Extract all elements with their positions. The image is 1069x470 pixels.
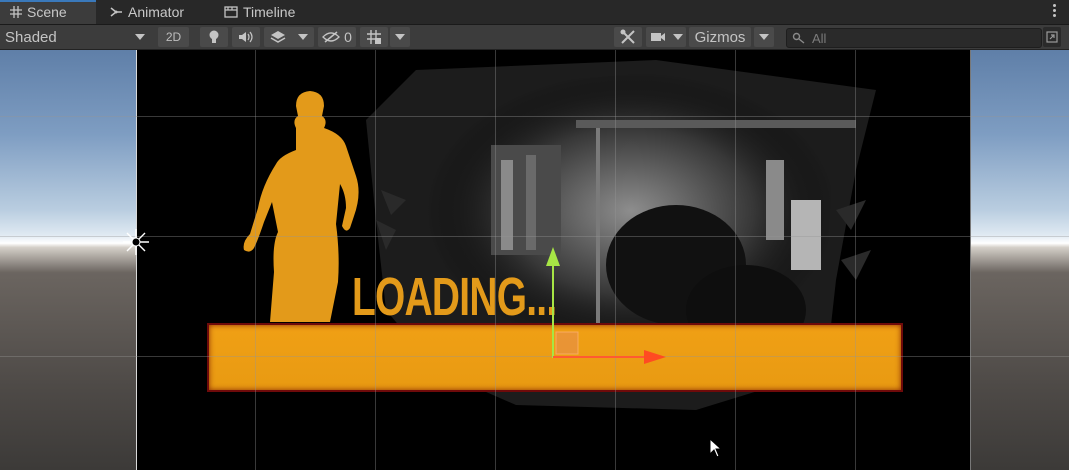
chevron-down-icon bbox=[135, 34, 145, 40]
camera-icon bbox=[650, 33, 665, 41]
eye-hidden-icon bbox=[322, 31, 341, 43]
audio-toggle-button[interactable] bbox=[232, 27, 260, 47]
grid-line bbox=[255, 50, 256, 470]
tab-timeline-label: Timeline bbox=[243, 4, 296, 20]
shading-mode-dropdown[interactable]: Shaded bbox=[0, 27, 150, 47]
grid-options-dropdown[interactable] bbox=[390, 27, 410, 47]
mouse-cursor-icon bbox=[709, 438, 723, 458]
maximize-icon bbox=[1046, 31, 1058, 43]
grid-line bbox=[495, 50, 496, 470]
grid-line bbox=[375, 50, 376, 470]
lightbulb-icon bbox=[209, 30, 219, 43]
tab-animator-label: Animator bbox=[128, 4, 185, 20]
tab-scene-label: Scene bbox=[27, 4, 67, 20]
toggle-2d-label: 2D bbox=[165, 30, 182, 44]
grid-line bbox=[970, 50, 971, 470]
toggle-2d-button[interactable]: 2D bbox=[158, 27, 189, 47]
background-artwork bbox=[243, 60, 876, 410]
grid-icon bbox=[10, 6, 22, 18]
scene-toolbar: Shaded 2D 0 Gizmos All bbox=[0, 25, 1069, 50]
gizmos-label: Gizmos bbox=[694, 28, 746, 46]
wrench-icon bbox=[620, 29, 635, 44]
grid-line bbox=[615, 50, 616, 470]
grid-line bbox=[0, 236, 1069, 237]
more-options-icon[interactable] bbox=[1053, 4, 1057, 20]
search-icon bbox=[792, 32, 805, 44]
maximize-button[interactable] bbox=[1043, 27, 1061, 47]
speaker-icon bbox=[239, 31, 253, 43]
scene-visibility-button[interactable]: 0 bbox=[318, 27, 356, 47]
loading-progress-bar[interactable] bbox=[207, 323, 903, 392]
timeline-icon bbox=[224, 6, 238, 18]
grid-snap-icon bbox=[367, 30, 381, 44]
loading-text: LOADING... bbox=[352, 267, 557, 327]
editor-tab-bar: Scene Animator Timeline bbox=[0, 0, 1069, 25]
grid-toggle-button[interactable] bbox=[360, 27, 388, 47]
grid-line bbox=[855, 50, 856, 470]
grid-line bbox=[136, 50, 137, 470]
scene-search-field[interactable]: All bbox=[786, 28, 1042, 48]
layers-icon bbox=[270, 31, 286, 43]
gizmos-dropdown[interactable] bbox=[754, 27, 774, 47]
chevron-down-icon bbox=[759, 34, 769, 40]
animator-icon bbox=[110, 7, 122, 17]
tab-timeline[interactable]: Timeline bbox=[224, 0, 295, 24]
tab-scene[interactable]: Scene bbox=[0, 0, 96, 24]
grid-line bbox=[0, 116, 1069, 117]
chevron-down-icon bbox=[672, 34, 683, 40]
chevron-down-icon bbox=[395, 34, 405, 40]
grid-line bbox=[735, 50, 736, 470]
search-placeholder: All bbox=[812, 30, 827, 46]
chevron-down-icon bbox=[298, 34, 308, 40]
lighting-toggle-button[interactable] bbox=[200, 27, 228, 47]
shading-mode-label: Shaded bbox=[5, 28, 57, 46]
loading-screen-canvas: LOADING... bbox=[136, 50, 971, 470]
effects-dropdown-button[interactable] bbox=[264, 27, 314, 47]
tab-animator[interactable]: Animator bbox=[110, 0, 184, 24]
scene-viewport[interactable]: LOADING... bbox=[0, 50, 1069, 470]
camera-dropdown-button[interactable] bbox=[646, 27, 686, 47]
grid-line bbox=[0, 356, 1069, 357]
tools-button[interactable] bbox=[614, 27, 642, 47]
hidden-count: 0 bbox=[344, 29, 352, 45]
light-gizmo-icon[interactable] bbox=[121, 227, 151, 257]
gizmos-button[interactable]: Gizmos bbox=[689, 27, 751, 47]
